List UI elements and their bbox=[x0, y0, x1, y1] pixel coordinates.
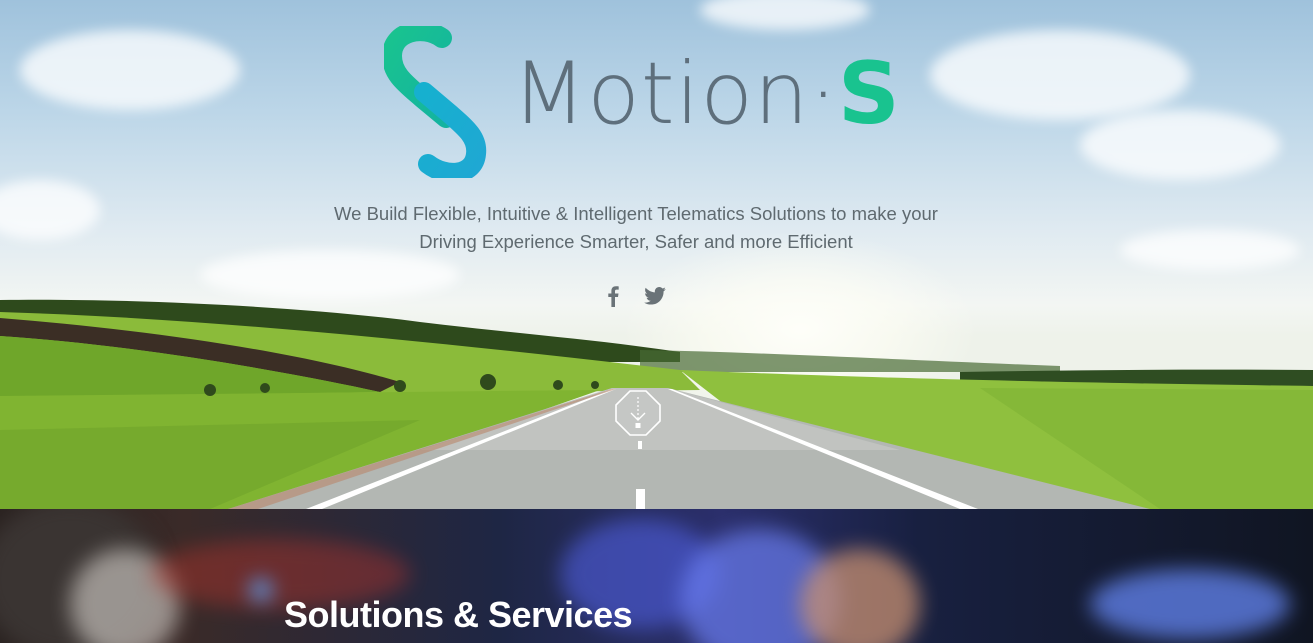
brand-separator: · bbox=[809, 44, 838, 144]
dashboard-glow bbox=[800, 549, 920, 643]
brand-logo[interactable]: Motion·S bbox=[384, 26, 904, 178]
twitter-link[interactable] bbox=[643, 283, 667, 309]
road-sign-scroll-icon[interactable] bbox=[614, 389, 662, 437]
brand-wordmark: Motion·S bbox=[512, 44, 901, 144]
facebook-link[interactable] bbox=[602, 283, 624, 309]
twitter-icon bbox=[644, 287, 666, 305]
brand-name: Motion bbox=[512, 44, 810, 144]
solutions-section bbox=[0, 509, 1313, 643]
tagline-line: We Build Flexible, Intuitive & Intellige… bbox=[334, 203, 938, 224]
facebook-icon bbox=[608, 286, 619, 307]
hero-section: Motion·S We Build Flexible, Intuitive & … bbox=[0, 0, 1313, 509]
hero-tagline: We Build Flexible, Intuitive & Intellige… bbox=[256, 200, 1016, 256]
dashboard-glow bbox=[1090, 569, 1290, 639]
motion-s-logo-icon bbox=[384, 26, 487, 178]
solutions-title: Solutions & Services bbox=[284, 593, 633, 635]
tagline-line: Driving Experience Smarter, Safer and mo… bbox=[419, 231, 853, 252]
brand-suffix: S bbox=[837, 44, 901, 144]
dashboard-glow bbox=[250, 579, 272, 601]
